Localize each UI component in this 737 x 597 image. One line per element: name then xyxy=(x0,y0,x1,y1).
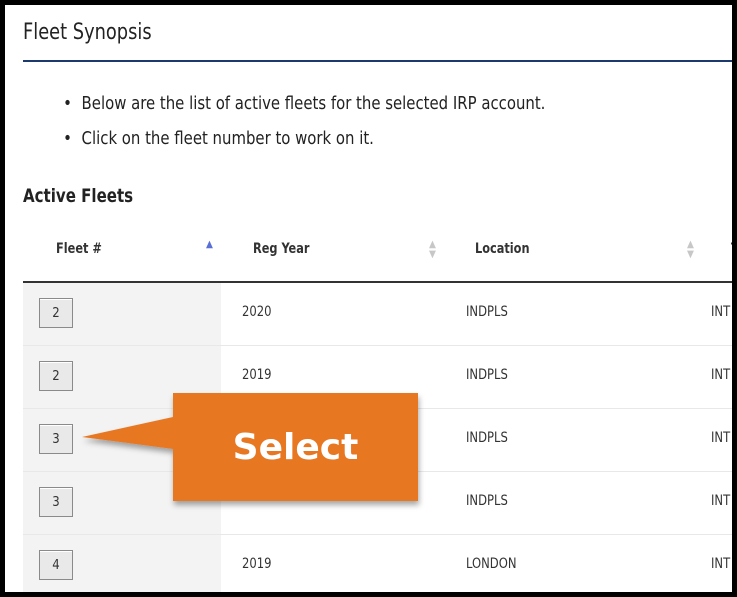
fleet-synopsis-panel: Fleet Synopsis • Below are the list of a… xyxy=(5,5,732,592)
callout-arrow xyxy=(82,393,418,501)
callout-label: Select xyxy=(232,426,359,468)
